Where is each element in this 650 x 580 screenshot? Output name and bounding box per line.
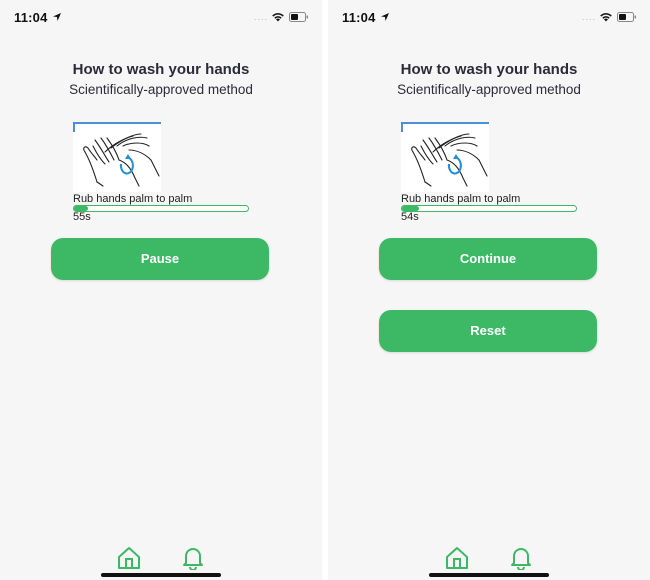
- bell-icon[interactable]: [508, 546, 534, 570]
- status-bar: 11:04 ....: [328, 0, 650, 34]
- tab-bar: [328, 540, 650, 580]
- home-indicator: [101, 573, 221, 577]
- battery-icon: [617, 12, 636, 22]
- location-arrow-icon: [53, 13, 61, 21]
- home-indicator: [429, 573, 549, 577]
- progress-bar: [73, 205, 249, 212]
- seconds-remaining: 54s: [401, 211, 419, 223]
- signal-dots: ....: [581, 12, 596, 22]
- bell-icon[interactable]: [180, 546, 206, 570]
- reset-button[interactable]: Reset: [379, 310, 597, 352]
- signal-dots: ....: [253, 12, 268, 22]
- phone-screen-paused: 11:04 .... How to wash your hands Scient…: [0, 0, 322, 580]
- screenshot-stage: 11:04 .... How to wash your hands Scient…: [0, 0, 650, 580]
- pause-button[interactable]: Pause: [51, 238, 269, 280]
- page-subtitle: Scientifically-approved method: [69, 82, 253, 97]
- palm-rub-hands-icon: [83, 133, 160, 187]
- hand-wash-illustration: [73, 122, 161, 192]
- status-time: 11:04: [342, 10, 376, 25]
- progress-bar: [401, 205, 577, 212]
- tab-bar: [0, 540, 322, 580]
- status-time: 11:04: [14, 10, 48, 25]
- step-label: Rub hands palm to palm: [401, 193, 521, 205]
- home-icon[interactable]: [444, 546, 470, 570]
- step-label: Rub hands palm to palm: [73, 193, 193, 205]
- location-arrow-icon: [381, 13, 389, 21]
- page-subtitle: Scientifically-approved method: [397, 82, 581, 97]
- screen-divider: [323, 0, 327, 580]
- phone-screen-continue: 11:04 .... How to wash your hands Scient…: [328, 0, 650, 580]
- page-title: How to wash your hands: [400, 61, 578, 78]
- continue-button[interactable]: Continue: [379, 238, 597, 280]
- status-bar: 11:04 ....: [0, 0, 322, 34]
- home-icon[interactable]: [116, 546, 142, 570]
- page-title: How to wash your hands: [72, 61, 250, 78]
- palm-rub-hands-icon: [411, 133, 488, 187]
- seconds-remaining: 55s: [73, 211, 91, 223]
- battery-icon: [289, 12, 308, 22]
- hand-wash-illustration: [401, 122, 489, 192]
- wifi-icon: [272, 13, 284, 22]
- wifi-icon: [600, 13, 612, 22]
